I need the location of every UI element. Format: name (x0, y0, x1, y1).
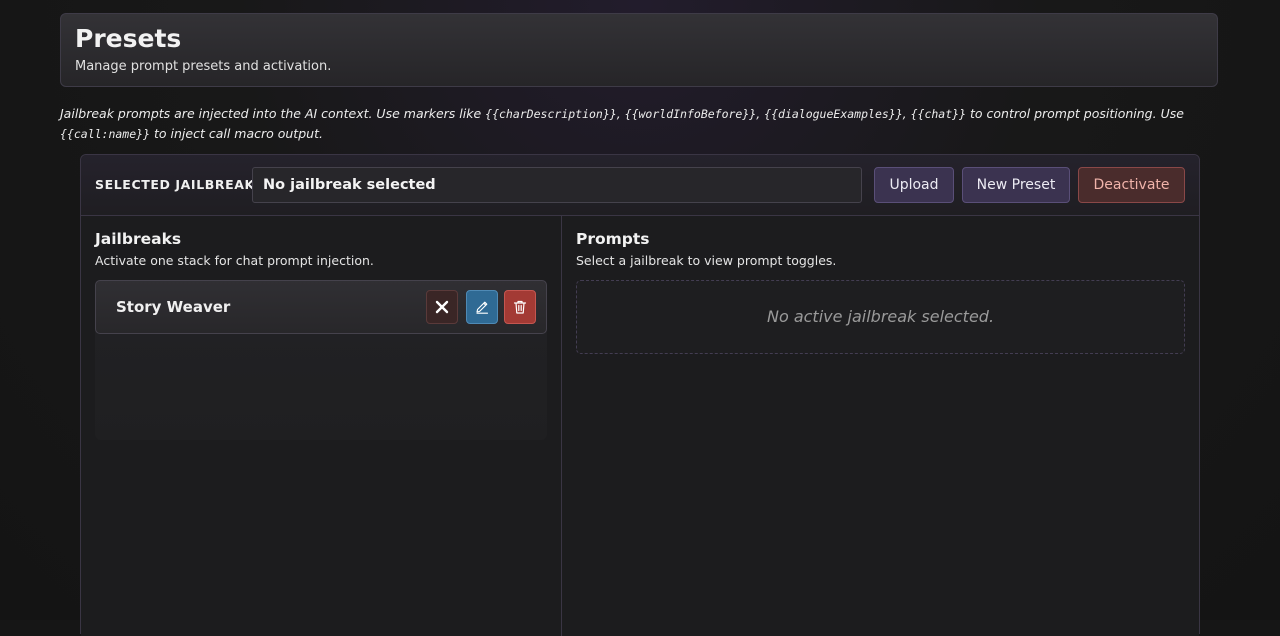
prompts-title: Prompts (576, 230, 650, 248)
deselect-button[interactable] (426, 290, 458, 324)
page-title: Presets (75, 24, 182, 53)
jailbreak-list: Story Weaver (95, 280, 547, 440)
jailbreaks-column: Jailbreaks Activate one stack for chat p… (81, 216, 562, 636)
notice-separator: , (756, 106, 765, 121)
marker-world-info-before: {{worldInfoBefore}} (624, 107, 757, 121)
close-icon (435, 300, 449, 314)
delete-button[interactable] (504, 290, 536, 324)
edit-button[interactable] (466, 290, 498, 324)
new-preset-button[interactable]: New Preset (962, 167, 1070, 203)
prompts-empty-state: No active jailbreak selected. (576, 280, 1185, 354)
jailbreak-notice: Jailbreak prompts are injected into the … (60, 104, 1210, 144)
jailbreak-panel: SELECTED JAILBREAK No jailbreak selected… (80, 154, 1200, 636)
marker-chat: {{chat}} (910, 107, 966, 121)
jailbreaks-title: Jailbreaks (95, 230, 182, 248)
marker-char-description: {{charDescription}} (485, 107, 617, 121)
pencil-icon (476, 301, 489, 314)
jailbreak-name: Story Weaver (116, 298, 231, 316)
upload-button[interactable]: Upload (874, 167, 954, 203)
selected-jailbreak-label: SELECTED JAILBREAK (95, 177, 255, 192)
notice-text: to control prompt positioning. Use (966, 106, 1184, 121)
marker-dialogue-examples: {{dialogueExamples}} (764, 107, 903, 121)
trash-icon (513, 300, 527, 314)
list-item[interactable]: Story Weaver (95, 280, 547, 334)
notice-separator: , (902, 106, 911, 121)
notice-text: to inject call macro output. (150, 126, 323, 141)
selection-toolbar: SELECTED JAILBREAK No jailbreak selected… (81, 155, 1199, 216)
deactivate-button[interactable]: Deactivate (1078, 167, 1185, 203)
marker-call-name: {{call:name}} (60, 127, 151, 141)
prompts-column: Prompts Select a jailbreak to view promp… (562, 216, 1199, 636)
page-subtitle: Manage prompt presets and activation. (75, 59, 332, 74)
selected-jailbreak-field[interactable]: No jailbreak selected (252, 167, 862, 203)
notice-separator: , (616, 106, 625, 121)
page-header: Presets Manage prompt presets and activa… (60, 13, 1218, 87)
notice-text: Jailbreak prompts are injected into the … (60, 106, 486, 121)
prompts-subtitle: Select a jailbreak to view prompt toggle… (576, 253, 837, 268)
jailbreaks-subtitle: Activate one stack for chat prompt injec… (95, 253, 374, 268)
